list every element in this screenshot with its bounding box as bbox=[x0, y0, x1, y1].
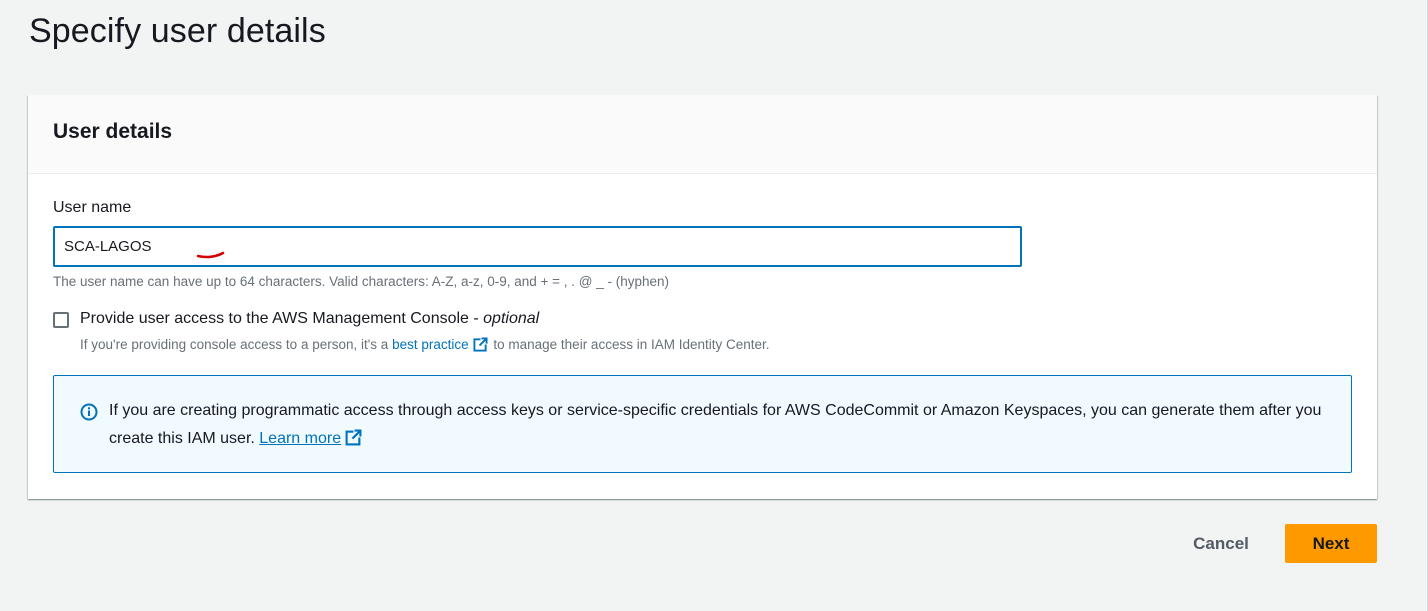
console-access-description: If you're providing console access to a … bbox=[80, 337, 770, 352]
info-alert-text: If you are creating programmatic access … bbox=[109, 397, 1334, 453]
user-name-input[interactable] bbox=[53, 226, 1022, 267]
desc-after: to manage their access in IAM Identity C… bbox=[489, 337, 770, 352]
cancel-button[interactable]: Cancel bbox=[1176, 524, 1266, 563]
console-access-label-text: Provide user access to the AWS Managemen… bbox=[80, 310, 469, 327]
external-link-icon[interactable] bbox=[473, 337, 488, 352]
label-separator: - bbox=[468, 310, 484, 327]
optional-tag: optional bbox=[483, 310, 540, 327]
console-access-checkbox[interactable] bbox=[53, 312, 69, 328]
info-alert: If you are creating programmatic access … bbox=[53, 375, 1352, 473]
next-button[interactable]: Next bbox=[1285, 524, 1377, 563]
desc-before: If you're providing console access to a … bbox=[80, 337, 393, 352]
user-name-label: User name bbox=[53, 199, 132, 216]
user-name-constraint: The user name can have up to 64 characte… bbox=[53, 274, 670, 289]
user-details-container: User details User name The user name can… bbox=[28, 95, 1377, 499]
learn-more-link[interactable]: Learn more bbox=[259, 430, 341, 447]
container-header: User details bbox=[28, 95, 1377, 174]
red-annotation-mark bbox=[196, 251, 225, 259]
external-link-icon[interactable] bbox=[345, 429, 363, 446]
page: Specify user details User details User n… bbox=[0, 0, 1428, 611]
best-practice-link[interactable]: best practice bbox=[392, 337, 469, 352]
container-title: User details bbox=[53, 120, 173, 143]
page-title: Specify user details bbox=[29, 12, 326, 50]
info-icon bbox=[80, 403, 98, 421]
console-access-label[interactable]: Provide user access to the AWS Managemen… bbox=[80, 310, 539, 328]
